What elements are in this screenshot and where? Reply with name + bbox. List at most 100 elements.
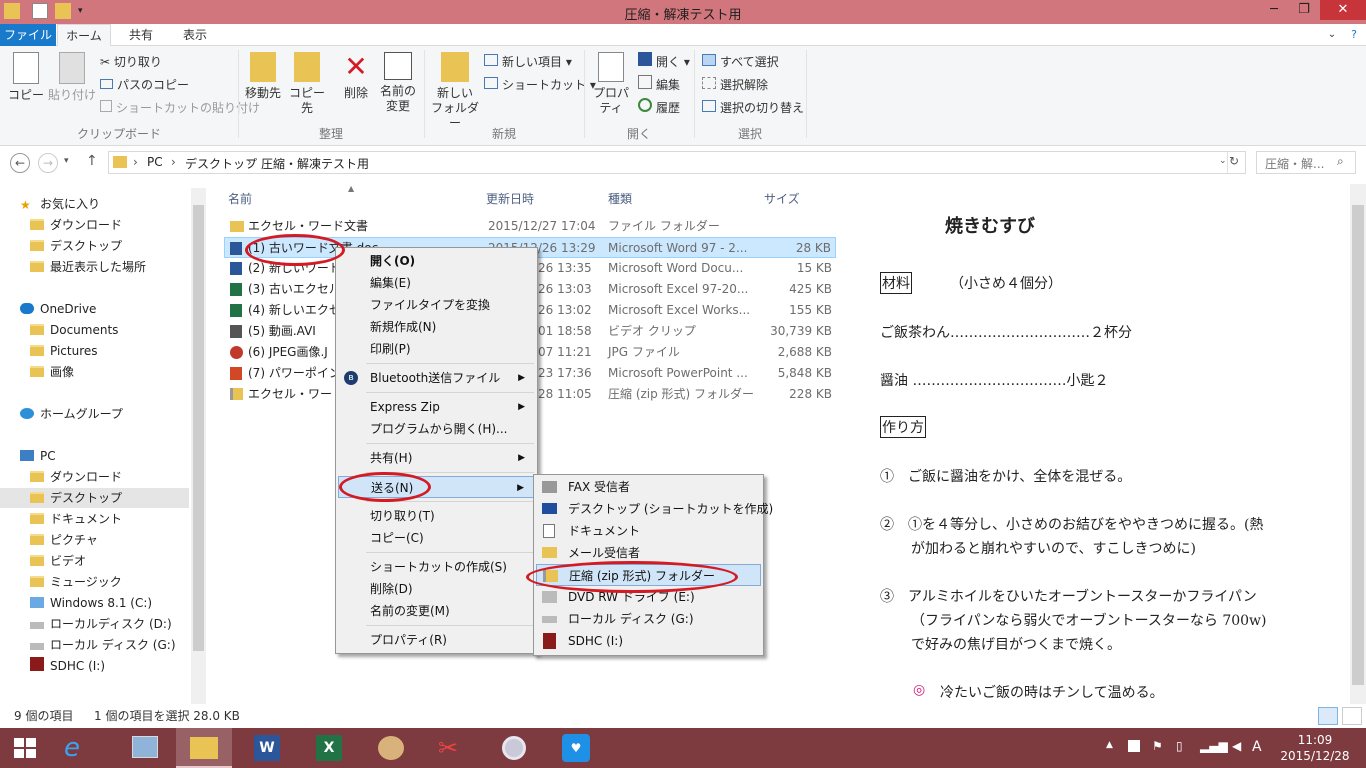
breadcrumb-folder[interactable]: 圧縮・解凍テスト用 <box>261 155 369 172</box>
menu-cut[interactable]: 切り取り(T) <box>338 505 535 527</box>
nav-pc-videos[interactable]: ビデオ <box>30 551 86 571</box>
send-to-desktop[interactable]: デスクトップ (ショートカットを作成) <box>536 498 773 520</box>
menu-open[interactable]: 開く(O) <box>338 250 535 272</box>
preview-scrollbar-thumb[interactable] <box>1352 205 1364 685</box>
taskbar-messenger[interactable]: ♥ <box>548 728 604 768</box>
nav-pc-pictures[interactable]: ピクチャ <box>30 530 98 550</box>
nav-drive-g[interactable]: ローカル ディスク (G:) <box>30 635 176 655</box>
nav-images[interactable]: 画像 <box>30 362 74 382</box>
tab-file[interactable]: ファイル <box>0 24 56 46</box>
nav-drive-i[interactable]: SDHC (I:) <box>30 656 105 676</box>
flag-icon[interactable]: ⚑ <box>1152 739 1163 753</box>
network-icon[interactable]: ▂▄▆ <box>1200 739 1228 753</box>
history-button[interactable]: 履歴 <box>638 98 680 118</box>
action-center-icon[interactable] <box>1128 740 1140 752</box>
menu-convert-type[interactable]: ファイルタイプを変換 <box>338 294 535 316</box>
taskbar-snipping[interactable]: ✂ <box>424 728 480 768</box>
column-name[interactable]: 名前 <box>228 190 252 207</box>
select-all-button[interactable]: すべて選択 <box>702 52 779 72</box>
menu-copy[interactable]: コピー(C) <box>338 527 535 549</box>
menu-properties[interactable]: プロパティ(R) <box>338 629 535 651</box>
cut-button[interactable]: ✂ 切り取り <box>100 52 162 72</box>
nav-pictures[interactable]: Pictures <box>30 341 98 361</box>
close-button[interactable]: ✕ <box>1320 0 1366 20</box>
nav-pc-desktop[interactable]: デスクトップ <box>0 488 189 508</box>
volume-icon[interactable]: ◀ <box>1232 739 1241 753</box>
menu-new[interactable]: 新規作成(N) <box>338 316 535 338</box>
menu-open-with[interactable]: プログラムから開く(H)... <box>338 418 535 440</box>
new-item-button[interactable]: 新しい項目 ▾ <box>484 52 572 72</box>
copy-path-button[interactable]: パスのコピー <box>100 75 189 95</box>
send-to-fax[interactable]: FAX 受信者 <box>536 476 761 498</box>
ribbon-expand-icon[interactable]: ⌄ <box>1322 24 1342 46</box>
menu-express-zip[interactable]: Express Zip ▶ <box>338 396 535 418</box>
taskbar-app[interactable] <box>116 728 172 768</box>
back-button[interactable]: ← <box>10 153 30 173</box>
taskbar-explorer[interactable] <box>176 728 232 768</box>
menu-share[interactable]: 共有(H) ▶ <box>338 447 535 469</box>
restore-button[interactable]: ❐ <box>1290 0 1318 20</box>
select-none-button[interactable]: 選択解除 <box>702 75 768 95</box>
nav-pc-downloads[interactable]: ダウンロード <box>30 467 122 487</box>
rename-button[interactable]: 名前の 変更 <box>377 52 419 114</box>
taskbar-word[interactable]: W <box>238 728 294 768</box>
nav-pc[interactable]: PC <box>20 446 56 466</box>
tab-view[interactable]: 表示 <box>168 24 222 46</box>
menu-rename[interactable]: 名前の変更(M) <box>338 600 535 622</box>
invert-selection-button[interactable]: 選択の切り替え <box>702 98 804 118</box>
nav-pc-music[interactable]: ミュージック <box>30 572 122 592</box>
open-button[interactable]: 開く ▾ <box>638 52 690 72</box>
copy-to-button[interactable]: コピー先 <box>285 52 329 116</box>
nav-downloads[interactable]: ダウンロード <box>30 215 122 235</box>
nav-pc-documents[interactable]: ドキュメント <box>30 509 122 529</box>
menu-bluetooth[interactable]: ʙ Bluetooth送信ファイル ▶ <box>338 367 535 389</box>
taskbar-media[interactable] <box>486 728 542 768</box>
minimize-button[interactable]: ─ <box>1260 0 1288 20</box>
column-date[interactable]: 更新日時 <box>486 190 534 207</box>
tray-expand-icon[interactable]: ▲ <box>1106 740 1113 750</box>
recent-locations-icon[interactable]: ▾ <box>64 156 69 166</box>
nav-scrollbar-thumb[interactable] <box>193 205 204 651</box>
forward-button[interactable]: → <box>38 153 58 173</box>
nav-homegroup[interactable]: ホームグループ <box>20 404 123 424</box>
taskbar-paint[interactable] <box>362 728 418 768</box>
delete-button[interactable]: ✕ 削除 <box>337 52 375 101</box>
ime-indicator[interactable]: A <box>1252 739 1262 755</box>
nav-favorites[interactable]: ★ お気に入り <box>20 194 100 214</box>
search-input[interactable]: 圧縮・解... <box>1265 155 1324 172</box>
menu-edit[interactable]: 編集(E) <box>338 272 535 294</box>
tab-share[interactable]: 共有 <box>114 24 168 46</box>
nav-drive-d[interactable]: ローカルディスク (D:) <box>30 614 172 634</box>
move-to-button[interactable]: 移動先 <box>243 52 283 101</box>
menu-delete[interactable]: 削除(D) <box>338 578 535 600</box>
address-history-icon[interactable]: ⌄ <box>1219 156 1227 166</box>
address-bar[interactable]: › PC › デスクトップ › 圧縮・解凍テスト用 ⌄ ↻ <box>108 151 1246 174</box>
column-type[interactable]: 種類 <box>608 190 632 207</box>
paste-shortcut-button[interactable]: ショートカットの貼り付け <box>100 98 260 118</box>
search-box[interactable]: 圧縮・解... ⌕ <box>1256 151 1356 174</box>
column-size[interactable]: サイズ <box>764 190 800 207</box>
paste-button[interactable]: 貼り付け <box>48 52 96 103</box>
taskbar-ie[interactable]: e <box>50 728 106 768</box>
search-icon[interactable]: ⌕ <box>1337 154 1344 169</box>
battery-icon[interactable]: ▯ <box>1176 739 1183 753</box>
taskbar-excel[interactable]: X <box>302 728 358 768</box>
edit-button[interactable]: 編集 <box>638 75 680 95</box>
copy-button[interactable]: コピー <box>6 52 46 103</box>
nav-drive-c[interactable]: Windows 8.1 (C:) <box>30 593 152 613</box>
breadcrumb-pc[interactable]: PC <box>147 155 163 169</box>
refresh-icon[interactable]: ↻ <box>1229 154 1239 168</box>
start-button[interactable] <box>0 728 50 768</box>
nav-desktop[interactable]: デスクトップ <box>30 236 122 256</box>
send-to-drive-g[interactable]: ローカル ディスク (G:) <box>536 608 761 630</box>
large-icons-view-icon[interactable] <box>1342 707 1362 725</box>
send-to-documents[interactable]: ドキュメント <box>536 520 761 542</box>
file-row[interactable]: エクセル・ワード文書 2015/12/27 17:04 ファイル フォルダー <box>224 216 836 237</box>
help-icon[interactable]: ? <box>1344 24 1364 46</box>
properties-button[interactable]: プロパティ <box>588 52 634 116</box>
shortcut-button[interactable]: ショートカット ▾ <box>484 75 596 95</box>
new-folder-button[interactable]: 新しい フォルダー <box>430 52 480 131</box>
nav-recent[interactable]: 最近表示した場所 <box>30 257 146 277</box>
up-button[interactable]: ↑ <box>86 153 98 169</box>
tab-home[interactable]: ホーム <box>57 24 111 47</box>
